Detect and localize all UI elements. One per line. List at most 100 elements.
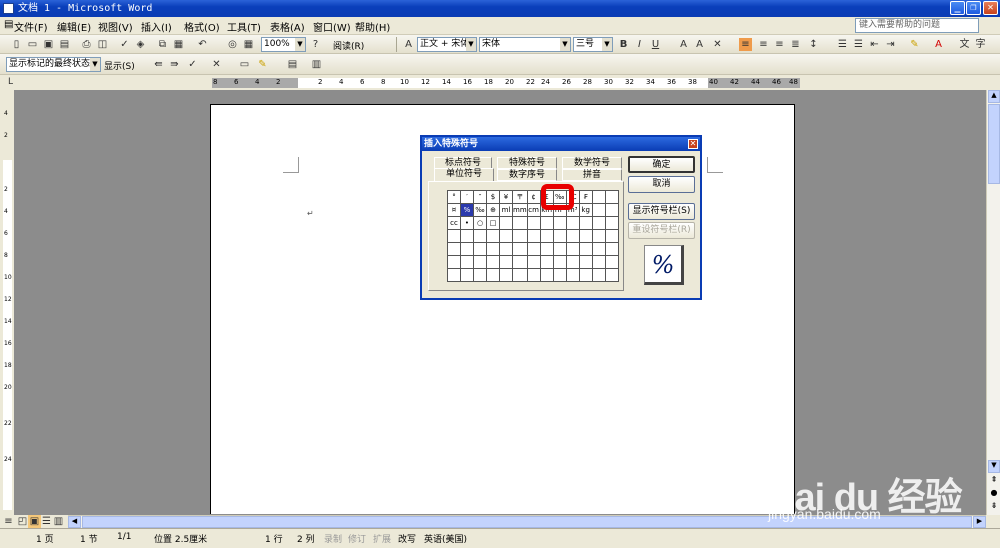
vertical-ruler[interactable]: 4 2 2 4 6 8 10 12 14 16 18 20 22 24 xyxy=(0,90,14,510)
underline-icon[interactable]: U xyxy=(649,38,662,51)
previous-change-icon[interactable]: ⇚ xyxy=(152,58,165,71)
symbol-cell[interactable] xyxy=(473,268,487,282)
decrease-indent-icon[interactable]: ⇤ xyxy=(868,38,881,51)
symbol-cell[interactable] xyxy=(591,242,606,256)
reject-change-icon[interactable]: ✕ xyxy=(210,58,223,71)
symbol-cell[interactable]: ″ xyxy=(473,190,487,204)
symbol-cell[interactable] xyxy=(565,216,580,230)
symbol-cell[interactable] xyxy=(539,229,554,243)
research-icon[interactable]: ◈ xyxy=(134,38,147,51)
symbol-cell[interactable] xyxy=(578,268,593,282)
show-button[interactable]: 显示(S) xyxy=(104,59,135,72)
styles-icon[interactable]: A xyxy=(402,38,415,51)
dialog-close-icon[interactable]: ✕ xyxy=(688,139,698,149)
char-border-icon[interactable]: A xyxy=(677,38,690,51)
symbol-cell[interactable]: ‰ xyxy=(473,203,487,217)
menu-file[interactable]: 文件(F) xyxy=(14,19,48,34)
symbol-cell[interactable] xyxy=(447,242,461,256)
hyperlink-icon[interactable]: ◎ xyxy=(226,38,239,51)
symbol-cell[interactable] xyxy=(578,255,593,269)
new-comment-icon[interactable]: ▭ xyxy=(238,58,251,71)
symbol-cell[interactable] xyxy=(447,255,461,269)
symbol-cell[interactable] xyxy=(604,229,619,243)
symbol-cell[interactable] xyxy=(604,242,619,256)
symbol-cell[interactable] xyxy=(447,229,461,243)
help-icon[interactable]: ? xyxy=(309,38,322,51)
symbol-cell[interactable]: ¢ xyxy=(526,190,541,204)
symbol-cell[interactable] xyxy=(539,255,554,269)
symbol-cell[interactable] xyxy=(565,242,580,256)
symbol-cell[interactable]: ′ xyxy=(460,190,474,204)
symbol-cell[interactable] xyxy=(486,268,500,282)
symbol-cell[interactable]: ml xyxy=(499,203,513,217)
menu-format[interactable]: 格式(O) xyxy=(184,19,220,34)
symbol-cell[interactable] xyxy=(539,242,554,256)
bold-icon[interactable]: B xyxy=(617,38,630,51)
print-icon[interactable]: ⎙ xyxy=(80,38,93,51)
symbol-cell[interactable] xyxy=(591,190,606,204)
menu-edit[interactable]: 编辑(E) xyxy=(57,19,91,34)
tab-units[interactable]: 单位符号 xyxy=(434,168,494,181)
symbol-cell[interactable] xyxy=(499,242,513,256)
reading-layout-icon[interactable]: ▥ xyxy=(310,58,323,71)
read-button[interactable]: 阅读(R) xyxy=(333,39,364,52)
symbol-cell[interactable] xyxy=(591,229,606,243)
normal-view-icon[interactable]: ≡ xyxy=(2,515,15,528)
display-for-review-select[interactable]: 显示标记的最终状态 ▼ xyxy=(6,57,101,72)
symbol-cell[interactable] xyxy=(552,216,567,230)
symbol-cell[interactable] xyxy=(552,229,567,243)
style-select[interactable]: 正文 + 宋体 ▼ xyxy=(417,37,477,52)
symbol-cell[interactable] xyxy=(552,255,567,269)
italic-icon[interactable]: I xyxy=(633,38,646,51)
align-right-icon[interactable]: ≡ xyxy=(773,38,786,51)
symbol-cell[interactable]: cc xyxy=(447,216,461,230)
align-justify-icon[interactable]: ≡ xyxy=(739,38,752,51)
symbol-cell[interactable] xyxy=(604,255,619,269)
horizontal-ruler[interactable]: L 8 6 4 2 2 4 6 8 10 12 14 16 18 20 22 2… xyxy=(0,76,1000,90)
symbol-cell[interactable]: ⊕ xyxy=(486,203,500,217)
symbol-cell[interactable]: • xyxy=(460,216,474,230)
symbol-cell[interactable] xyxy=(526,229,541,243)
scroll-up-icon[interactable]: ▲ xyxy=(988,90,1000,103)
new-icon[interactable]: ▯ xyxy=(10,38,23,51)
tab-pinyin[interactable]: 拼音 xyxy=(562,169,622,181)
spelling-icon[interactable]: ✓ xyxy=(118,38,131,51)
symbol-cell[interactable] xyxy=(591,255,606,269)
symbol-cell[interactable] xyxy=(604,190,619,204)
symbol-cell[interactable]: ₣ xyxy=(578,190,593,204)
symbol-cell[interactable] xyxy=(486,255,500,269)
close-button[interactable]: ✕ xyxy=(983,1,998,15)
symbol-cell[interactable] xyxy=(447,268,461,282)
status-extend[interactable]: 扩展 xyxy=(373,532,391,545)
symbol-cell[interactable] xyxy=(526,216,541,230)
undo-icon[interactable]: ↶ xyxy=(196,38,209,51)
symbol-cell[interactable]: kg xyxy=(578,203,593,217)
symbol-cell[interactable] xyxy=(460,268,474,282)
symbol-cell[interactable] xyxy=(512,268,528,282)
symbol-cell[interactable] xyxy=(512,242,528,256)
symbol-cell[interactable] xyxy=(552,242,567,256)
copy-icon[interactable]: ⧉ xyxy=(156,38,169,51)
minimize-button[interactable]: _ xyxy=(950,1,965,15)
bullets-icon[interactable]: ☰ xyxy=(852,38,865,51)
symbol-cell[interactable] xyxy=(499,268,513,282)
symbol-cell[interactable]: cm xyxy=(526,203,541,217)
symbol-cell[interactable] xyxy=(460,255,474,269)
symbol-cell[interactable] xyxy=(565,255,580,269)
symbol-cell[interactable] xyxy=(565,268,580,282)
align-center-icon[interactable]: ≡ xyxy=(757,38,770,51)
tab-selector-icon[interactable]: L xyxy=(4,76,17,89)
symbol-cell[interactable]: □ xyxy=(486,216,500,230)
symbol-cell[interactable] xyxy=(591,216,606,230)
save-icon[interactable]: ▣ xyxy=(42,38,55,51)
phonetic-icon[interactable]: 文 xyxy=(958,38,971,51)
menu-table[interactable]: 表格(A) xyxy=(270,19,305,34)
distribute-icon[interactable]: ≣ xyxy=(789,38,802,51)
symbol-cell[interactable] xyxy=(604,268,619,282)
symbol-cell[interactable]: $ xyxy=(486,190,500,204)
scroll-thumb[interactable] xyxy=(988,104,1000,184)
numbering-icon[interactable]: ☰ xyxy=(836,38,849,51)
symbol-cell[interactable] xyxy=(499,255,513,269)
symbol-cell[interactable]: % xyxy=(460,203,474,217)
enclose-char-icon[interactable]: 字 xyxy=(974,38,987,51)
